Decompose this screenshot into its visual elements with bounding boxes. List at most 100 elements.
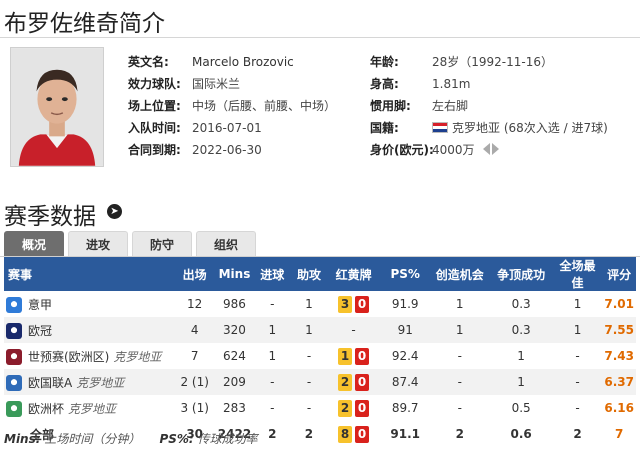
red-card-icon: 0	[355, 347, 370, 365]
club-value[interactable]: 国际米兰	[192, 75, 240, 93]
nation-value[interactable]: 克罗地亚 (68次入选 / 进7球)	[452, 121, 608, 135]
motm-cell: -	[575, 401, 580, 415]
height-label: 身高:	[370, 77, 399, 91]
foot-label: 惯用脚:	[370, 99, 411, 113]
col-header-aerial: 争顶成功	[497, 267, 546, 282]
apps-cell: 2 (1)	[180, 375, 209, 389]
season-stats-title: 赛季数据	[4, 204, 96, 230]
apps-cell: 4	[190, 323, 199, 337]
position-value: 中场（后腰、前腰、中场）	[192, 99, 337, 113]
table-body: 意甲 12 986-1 3 0 91.9 1 0.3 1 7.01 欧冠 4 320 1 1-91 1 0.3 1…	[4, 291, 636, 447]
goals-cell: 2	[268, 427, 277, 441]
rating-cell: 7.01	[604, 297, 634, 311]
nations-league-icon	[6, 374, 22, 391]
apps-cell: 7	[190, 349, 199, 363]
apps-cell: 3 (1)	[180, 401, 209, 415]
position-row: 场上位置:	[128, 97, 181, 115]
footnote-ps-key: PS%:	[159, 432, 194, 446]
pass-pct-cell: 92.4	[391, 349, 419, 363]
assists-cell: -	[306, 401, 312, 415]
age-value: 28岁（1992-11-16）	[432, 55, 554, 69]
market-value: 4000万	[432, 143, 475, 157]
aerial-cell: 0.3	[511, 297, 531, 311]
yellow-card-icon: 1	[338, 347, 353, 365]
english-name-value: Marcelo Brozovic	[192, 55, 294, 69]
player-photo	[10, 47, 104, 167]
yellow-card-icon: 2	[338, 373, 353, 391]
club-label: 效力球队:	[128, 77, 181, 91]
cards-cell: 30	[327, 291, 381, 317]
table-row[interactable]: 欧国联A 克罗地亚 2 (1) 209 - - 2 0 87.4 - 1 - 6.37	[4, 369, 636, 395]
chances-cell: 2	[455, 427, 464, 441]
tab-overview[interactable]: 概况	[4, 231, 64, 257]
competition-cell: 欧冠	[4, 317, 174, 343]
arrow-right-circle-icon[interactable]: ➤	[107, 204, 122, 219]
joined-value: 2016-07-01	[192, 121, 262, 135]
table-header-row: 赛事 出场 Mins 进球 助攻 红黄牌 PS% 创造机会 争顶成功 全场最佳 …	[4, 257, 636, 291]
rating-cell: 7.55	[604, 323, 634, 337]
english-name-label: 英文名:	[128, 55, 169, 69]
aerial-cell: 0.3	[511, 323, 531, 337]
player-portrait-image	[11, 48, 103, 166]
assists-cell: -	[306, 375, 312, 389]
table-footnote: Mins: 上场时间（分钟） PS%: 传球成功率	[4, 430, 258, 447]
yellow-card-icon: 8	[338, 425, 353, 443]
competition-name[interactable]: 欧冠	[28, 324, 52, 338]
competition-name[interactable]: 欧国联A	[28, 376, 72, 390]
champions-league-icon	[6, 322, 22, 339]
table-row[interactable]: 欧洲杯 克罗地亚 3 (1) 283 - - 2 0 89.7 - 0.5 - 6.16	[4, 395, 636, 421]
mins-cell: 320	[223, 323, 246, 337]
table-row[interactable]: 世预赛(欧洲区) 克罗地亚 7 624 1-1 0 92.4-1-7.43	[4, 343, 636, 369]
euro-icon	[6, 400, 22, 417]
cards-cell: 20	[327, 395, 381, 421]
contract-value: 2022-06-30	[192, 143, 262, 157]
competition-name[interactable]: 欧洲杯	[28, 402, 64, 416]
mins-cell: 624	[223, 349, 246, 363]
competition-team-note: 克罗地亚	[68, 401, 117, 416]
pass-pct-cell: 91	[397, 323, 413, 337]
competition-cell: 意甲	[4, 291, 174, 317]
footnote-mins-desc: 上场时间（分钟）	[44, 432, 141, 446]
red-card-icon: 0	[355, 295, 370, 313]
cards-cell: 80	[327, 421, 381, 447]
competition-team-note: 克罗地亚	[76, 375, 125, 390]
rating-cell: 7	[614, 427, 624, 441]
rating-cell: 6.37	[604, 375, 634, 389]
competition-cell: 欧洲杯 克罗地亚	[4, 395, 174, 421]
tab-defense[interactable]: 防守	[132, 231, 192, 257]
col-header-competition: 赛事	[8, 267, 33, 282]
contract-row: 合同到期:	[128, 141, 181, 159]
nation-row: 国籍:	[370, 119, 399, 137]
col-header-mins: Mins	[218, 267, 251, 281]
goals-cell: -	[270, 375, 275, 389]
value-next-arrow-icon[interactable]	[491, 143, 499, 155]
contract-label: 合同到期:	[128, 143, 181, 157]
red-card-icon: 0	[355, 399, 370, 417]
foot-value: 左右脚	[432, 99, 469, 113]
cards-cell: 20	[327, 369, 381, 395]
table-row[interactable]: 意甲 12 986 - 1 3 0 91.9 1 0.3 1 7.01	[4, 291, 636, 317]
col-header-assists: 助攻	[296, 267, 321, 282]
competition-cell: 世预赛(欧洲区) 克罗地亚	[4, 343, 174, 369]
foot-row: 惯用脚:	[370, 97, 411, 115]
cards-cell: -	[351, 323, 356, 337]
table-row[interactable]: 欧冠 4 320 1 1 - 91 1 0.3 1 7.55	[4, 317, 636, 343]
aerial-cell: 1	[517, 349, 525, 363]
value-row: 身价(欧元):	[370, 141, 434, 159]
tab-organize[interactable]: 组织	[196, 231, 256, 257]
assists-cell: 2	[304, 427, 314, 441]
chances-cell: 1	[455, 297, 464, 311]
serie-a-icon	[6, 296, 22, 313]
age-label: 年龄:	[370, 55, 399, 69]
footnote-mins-key: Mins:	[4, 432, 41, 446]
value-prev-arrow-icon[interactable]	[482, 143, 490, 155]
competition-name[interactable]: 世预赛(欧洲区)	[28, 350, 109, 364]
chances-cell: -	[457, 349, 462, 363]
aerial-cell: 0.6	[510, 427, 532, 441]
competition-cell: 欧国联A 克罗地亚	[4, 369, 174, 395]
col-header-motm: 全场最佳	[559, 259, 596, 290]
tab-attack[interactable]: 进攻	[68, 231, 128, 257]
col-header-cards: 红黄牌	[335, 267, 372, 282]
competition-name[interactable]: 意甲	[28, 298, 52, 312]
aerial-cell: 1	[517, 375, 525, 389]
